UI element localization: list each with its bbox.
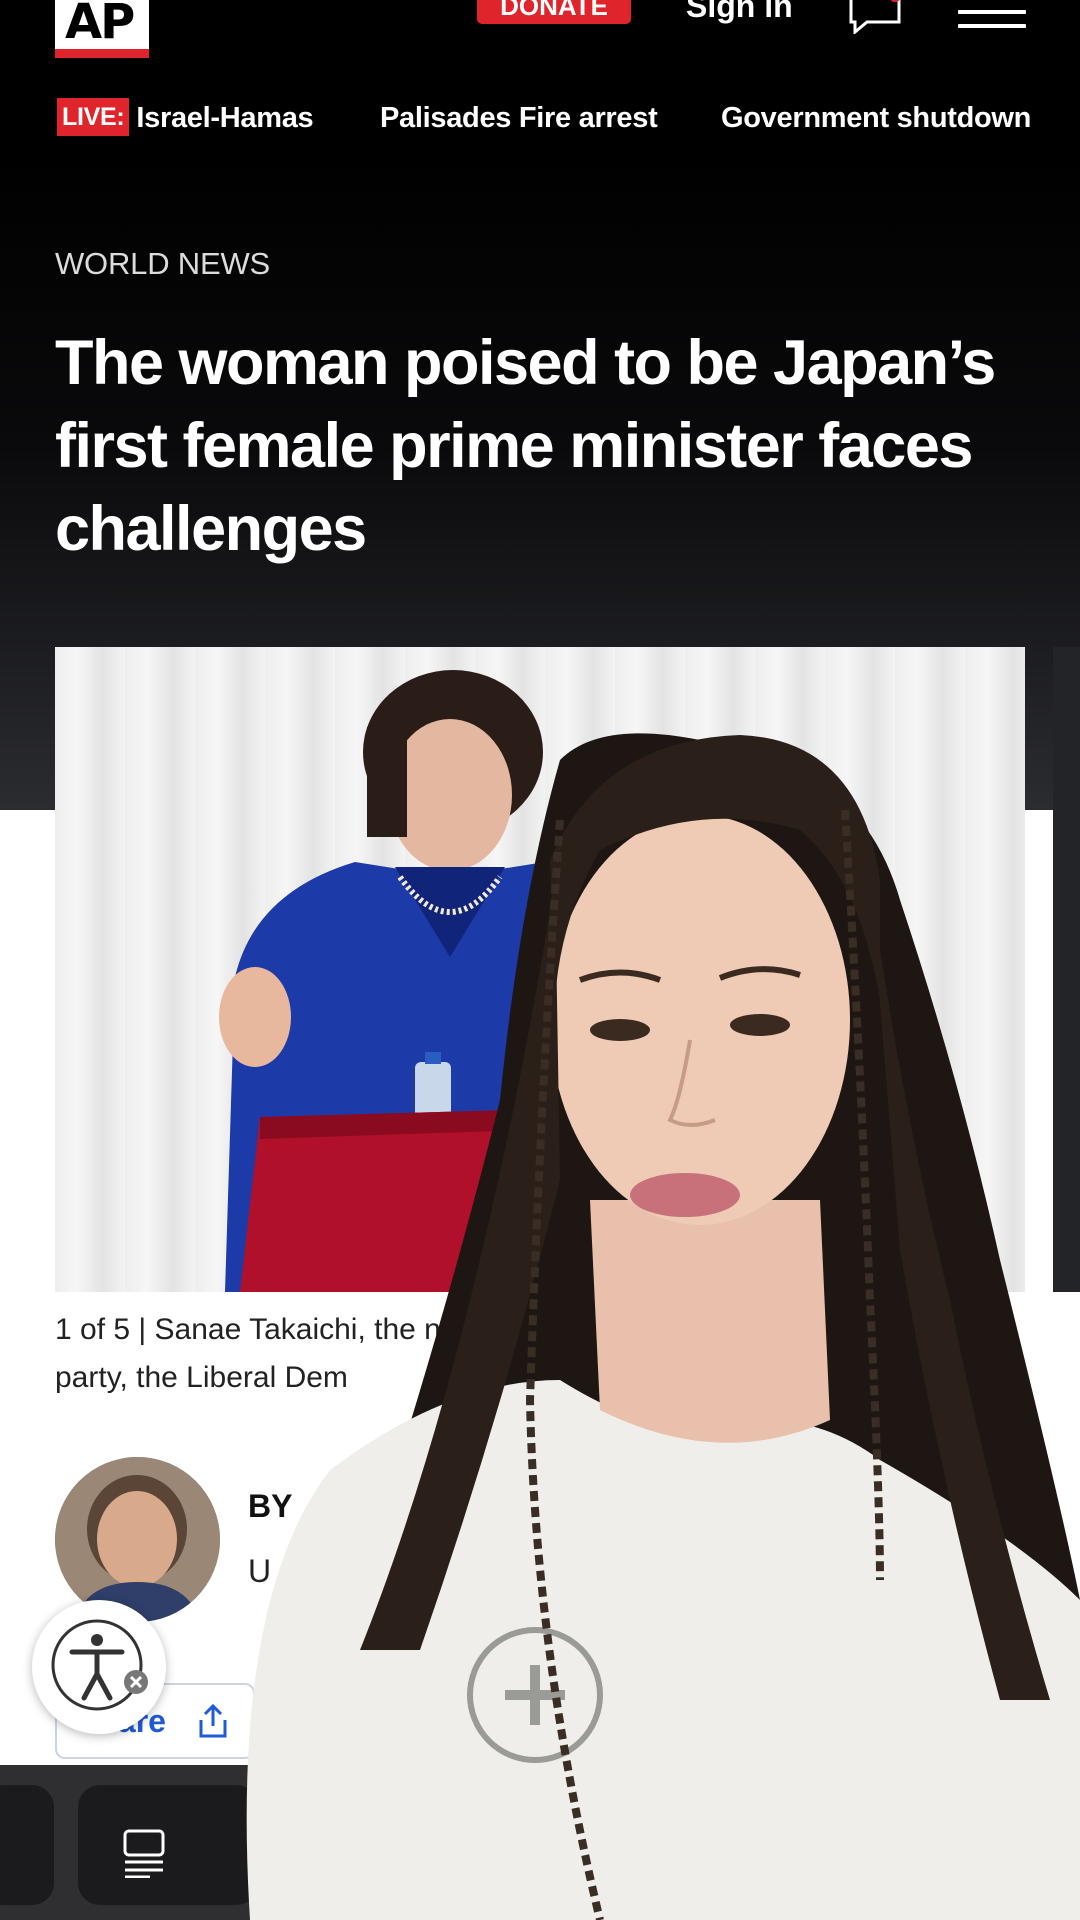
donate-button[interactable]: DONATE xyxy=(477,0,631,24)
byline-subtitle: U xyxy=(248,1553,272,1589)
caption-text: Sanae Takaichi, the n xyxy=(154,1313,441,1346)
author-avatar[interactable] xyxy=(55,1457,220,1622)
article-headline: The woman poised to be Japan’s first fem… xyxy=(55,328,996,564)
trending-nav: LIVE: Israel-Hamas Palisades Fire arrest … xyxy=(0,96,1080,140)
top-bar: AP DONATE Sign in xyxy=(0,0,1080,70)
caption-text-2: party, the Liberal Dem xyxy=(55,1361,348,1394)
accessibility-button[interactable] xyxy=(32,1600,166,1734)
logo-text: AP xyxy=(65,0,135,50)
chat-bubble-icon[interactable] xyxy=(849,0,903,34)
reader-mode-button[interactable] xyxy=(78,1785,258,1905)
caption-counter: 1 of 5 | xyxy=(55,1313,147,1346)
trending-item-live[interactable]: LIVE: Israel-Hamas xyxy=(57,96,314,140)
browser-back-tab[interactable] xyxy=(0,1785,54,1905)
live-badge: LIVE: xyxy=(57,98,130,136)
accessibility-icon xyxy=(51,1619,148,1711)
byline-label: BY xyxy=(248,1488,293,1524)
share-icon xyxy=(199,1703,227,1738)
author-photo xyxy=(55,1457,220,1622)
next-photo-peek[interactable] xyxy=(1053,647,1080,1292)
trending-item[interactable]: Government shutdown xyxy=(721,96,1031,140)
section-label[interactable]: WORLD NEWS xyxy=(55,246,270,282)
photo-caption: 1 of 5 | Sanae Takaichi, the n party, th… xyxy=(55,1306,1015,1402)
hamburger-menu-icon[interactable] xyxy=(958,0,1026,30)
lead-photo[interactable] xyxy=(55,647,1025,1292)
reader-mode-icon xyxy=(123,1829,165,1878)
ap-logo[interactable]: AP xyxy=(55,0,149,58)
sign-in-link[interactable]: Sign in xyxy=(686,0,793,26)
trending-item[interactable]: Palisades Fire arrest xyxy=(380,96,658,140)
politician-at-podium-image xyxy=(219,670,630,1292)
trending-item-label: Israel-Hamas xyxy=(136,102,314,134)
